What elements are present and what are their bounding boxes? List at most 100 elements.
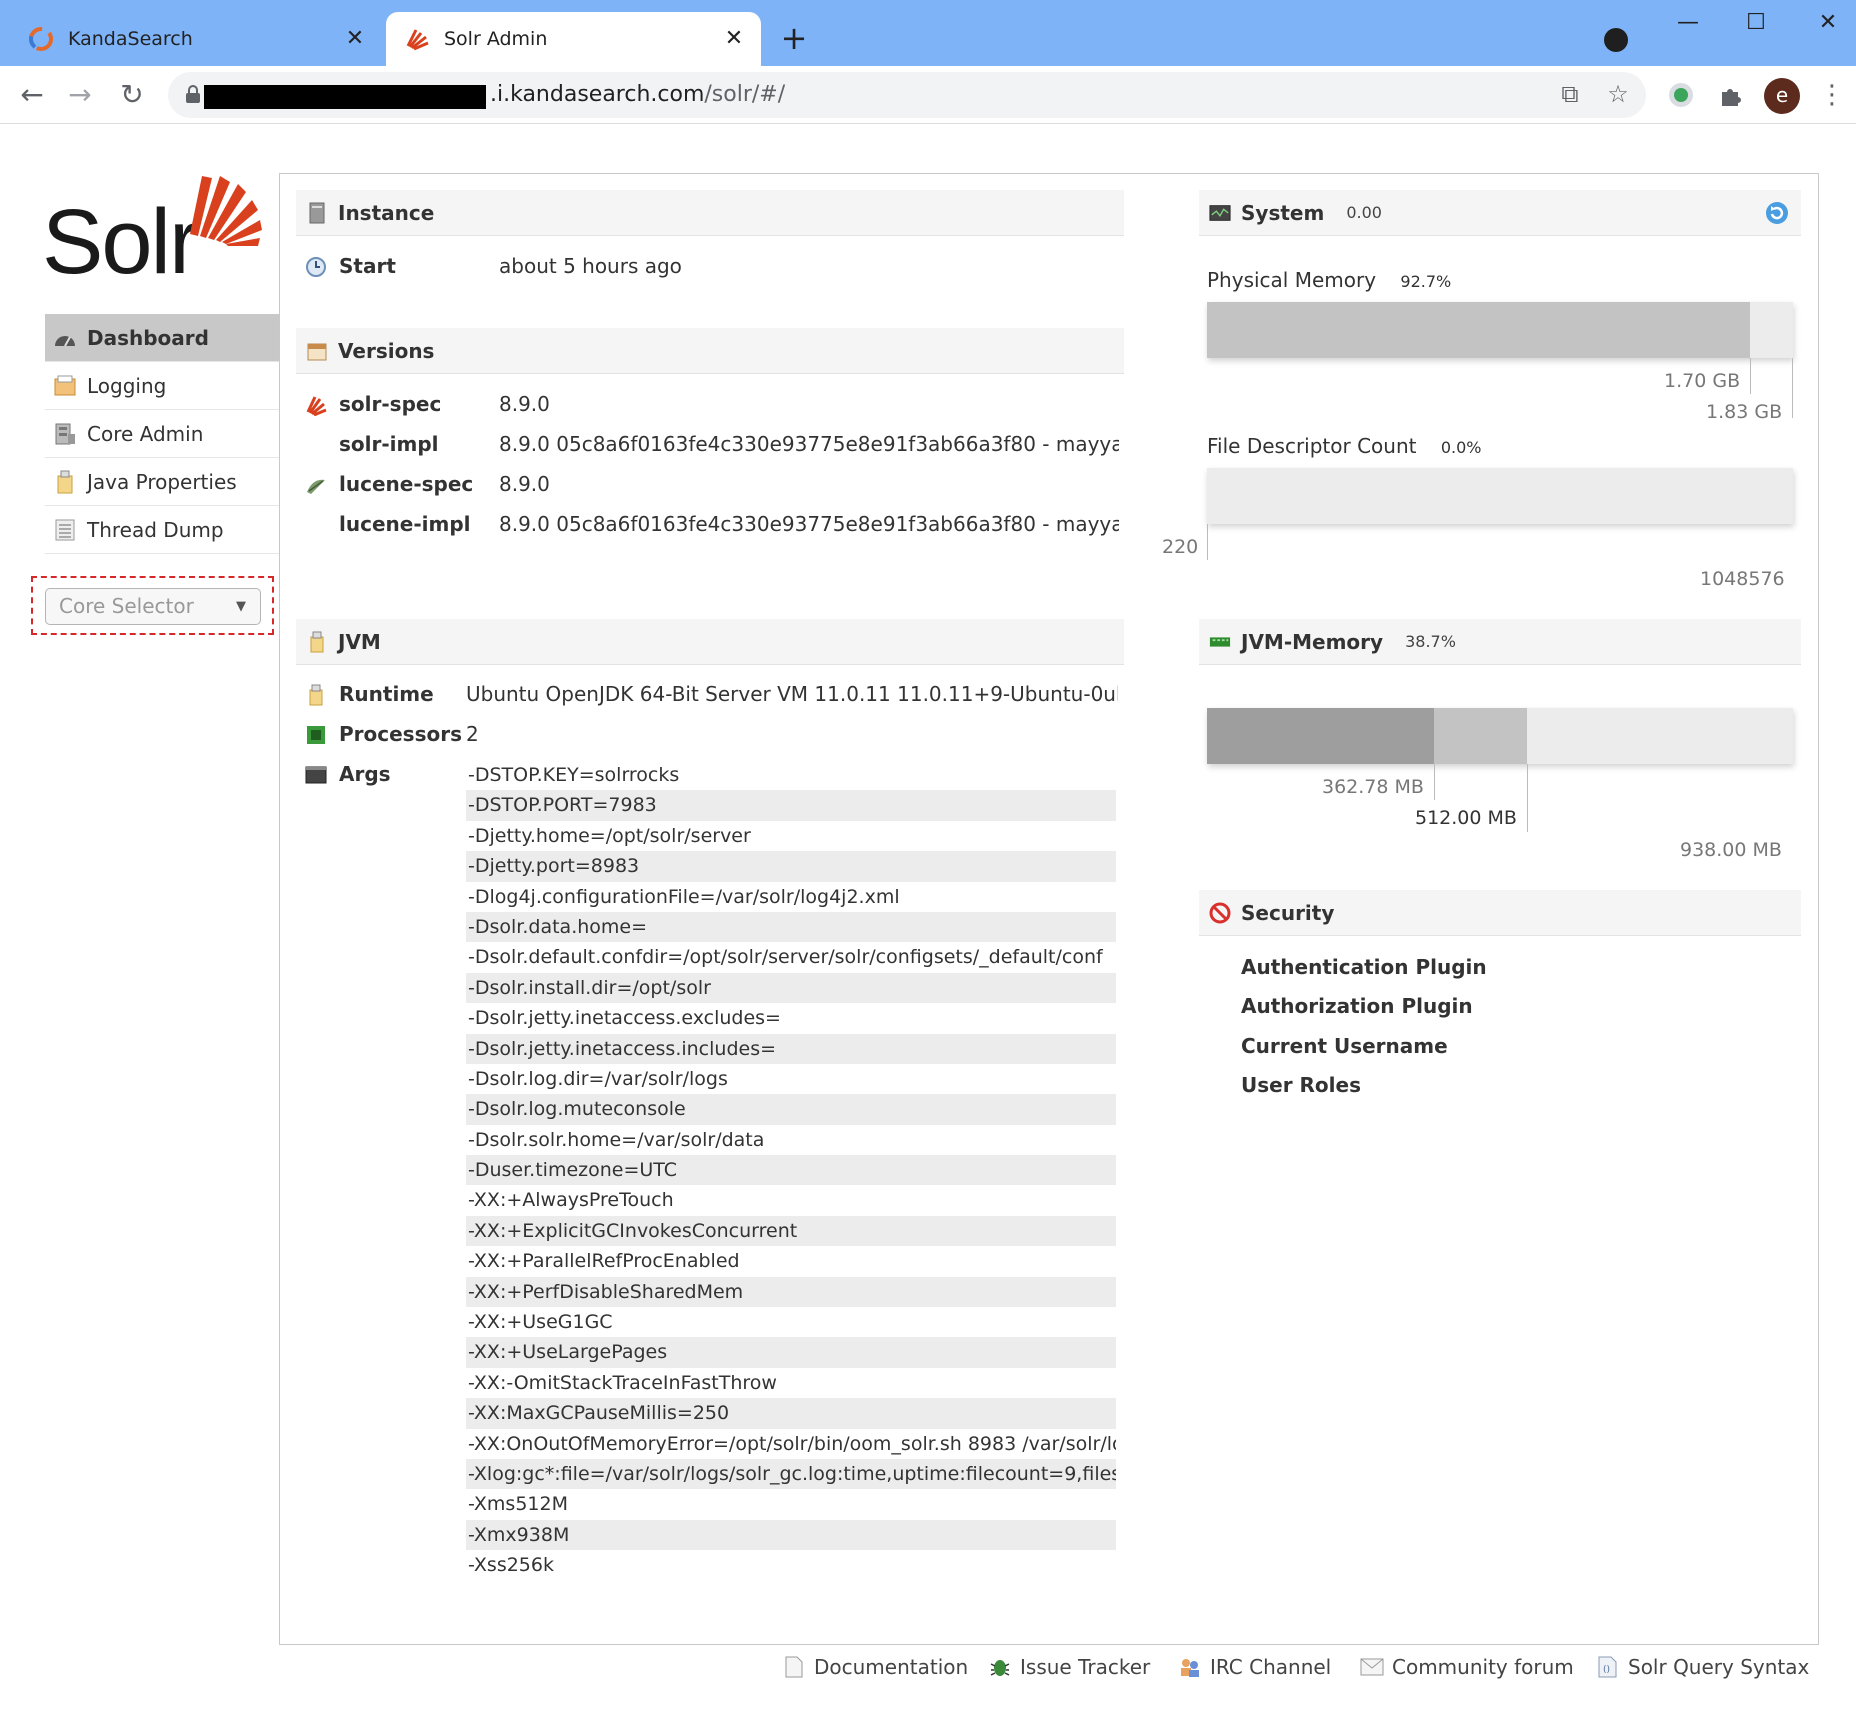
url-text[interactable]: .i.kandasearch.com/solr/#/ [490,82,785,107]
jvm-arg: -Djetty.home=/opt/solr/server [468,824,751,847]
footer-link-documentation[interactable]: Documentation [782,1652,968,1682]
runtime-value: Ubuntu OpenJDK 64-Bit Server VM 11.0.11 … [466,682,1118,706]
jvm-memory-title: JVM-Memory [1241,629,1384,654]
java-properties-icon [53,470,77,494]
jvm-args-list: -DSTOP.KEY=solrrocks -DSTOP.PORT=7983 -Dje… [466,760,1116,1581]
jvm-arg: -Dsolr.default.confdir=/opt/solr/server/… [468,946,1103,969]
extension-green-icon[interactable] [1666,80,1696,110]
version-row: solr-spec 8.9.0 [306,392,1119,420]
footer-link-community-forum[interactable]: Community forum [1360,1652,1574,1682]
tab-kandasearch[interactable]: KandaSearch ✕ [10,12,382,66]
sidebar-item-logging[interactable]: Logging [45,362,279,410]
physical-memory-bar [1207,302,1793,358]
start-label: Start [339,254,396,278]
close-window-button[interactable]: ✕ [1808,10,1848,35]
jvm-arg: -Xlog:gc*:file=/var/solr/logs/solr_gc.lo… [466,1458,1116,1490]
jvm-memory-committed-label: 512.00 MB [1415,807,1517,829]
footer-link-issue-tracker[interactable]: Issue Tracker [988,1652,1150,1682]
jvm-arg: -Dsolr.solr.home=/var/solr/data [468,1128,765,1151]
jvm-arg: -Duser.timezone=UTC [466,1155,1116,1186]
solr-favicon-icon [406,29,429,51]
maximize-button[interactable]: ☐ [1736,10,1776,35]
bug-icon [988,1655,1012,1679]
browser-toolbar: ← → ↻ .i.kandasearch.com/solr/#/ ⧉ ☆ e ⋮ [0,66,1856,124]
new-tab-button[interactable]: + [778,22,810,54]
security-item: User Roles [1241,1073,1361,1097]
svg-text:(): () [1603,1665,1610,1675]
sidebar-item-java-properties[interactable]: Java Properties [45,458,279,506]
profile-avatar[interactable]: e [1764,78,1800,114]
jvm-arg: -Djetty.port=8983 [466,851,1116,882]
tab-search-icon[interactable] [1604,28,1628,52]
version-value: 8.9.0 [499,392,550,416]
document-icon [782,1655,806,1679]
address-bar[interactable]: .i.kandasearch.com/solr/#/ ⧉ ☆ [168,72,1646,118]
sidebar-item-core-admin[interactable]: Core Admin [45,410,279,458]
solr-logo[interactable]: Solr [42,170,262,293]
security-item: Current Username [1241,1034,1448,1058]
instance-start-row: Start about 5 hours ago [306,254,1119,282]
forward-button[interactable]: → [62,78,98,112]
reload-icon[interactable] [1765,201,1789,225]
footer-link-irc-channel[interactable]: IRC Channel [1178,1652,1331,1682]
jvm-arg: -Dsolr.data.home= [466,911,1116,943]
footer-link-label: Community forum [1392,1655,1574,1679]
jvm-arg: -XX:+ExplicitGCInvokesConcurrent [466,1215,1116,1247]
jvm-memory-used-label: 362.78 MB [1322,776,1424,798]
chat-icon [1178,1655,1202,1679]
jvm-arg: -Xmx938M [466,1519,1116,1551]
browser-menu-icon[interactable]: ⋮ [1814,78,1850,112]
jvm-arg: -Dsolr.jetty.inetaccess.includes= [466,1033,1116,1064]
system-title: System [1241,200,1325,225]
runtime-label: Runtime [339,682,434,706]
jvm-memory-committed-tick [1526,764,1528,832]
processors-value: 2 [466,722,479,746]
close-tab-icon[interactable]: ✕ [342,26,368,52]
solr-sunburst-icon [190,176,262,246]
footer-link-label: Documentation [814,1655,969,1679]
close-tab-icon[interactable]: ✕ [721,26,747,52]
footer-link-label: Issue Tracker [1020,1655,1151,1679]
file-descriptor-label: File Descriptor Count [1207,434,1417,458]
version-value: 8.9.0 05c8a6f0163fe4c330e93775e8e91f3ab6… [499,512,1119,536]
jvm-header: JVM [296,619,1124,665]
back-button[interactable]: ← [14,78,50,112]
jvm-arg: -XX:+UseG1GC [468,1311,613,1334]
system-header: System 0.00 [1199,190,1801,236]
extensions-puzzle-icon[interactable] [1716,80,1746,110]
jvm-arg: -XX:-OmitStackTraceInFastThrow [468,1371,777,1394]
solr-icon [306,396,327,416]
core-selector-highlight: Core Selector ▼ [31,576,274,635]
jvm-title: JVM [338,629,381,654]
jvm-memory-max-label: 938.00 MB [1680,839,1782,861]
footer-link-solr-query-syntax[interactable]: () Solr Query Syntax [1596,1652,1809,1682]
core-selector-dropdown[interactable]: Core Selector ▼ [45,588,261,625]
jvm-icon [306,631,328,653]
sidebar-item-thread-dump[interactable]: Thread Dump [45,506,279,554]
memory-module-icon [1209,631,1231,653]
jvm-args-row: Args [305,762,459,790]
file-descriptor-bar [1207,468,1793,524]
jvm-arg: -DSTOP.PORT=7983 [466,790,1116,821]
physical-memory-used-fill [1207,302,1751,358]
translate-icon[interactable]: ⧉ [1554,80,1586,108]
jvm-arg: -XX:+PerfDisableSharedMem [466,1276,1116,1308]
physical-memory-total-label: 1.83 GB [1706,401,1783,423]
sidebar-item-label: Logging [87,373,167,398]
lock-icon [186,85,200,103]
jvm-arg: -Xms512M [468,1493,568,1516]
bookmark-star-icon[interactable]: ☆ [1602,80,1634,108]
reload-button[interactable]: ↻ [114,78,150,112]
server-icon [306,202,328,224]
jvm-memory-used-tick [1433,764,1435,800]
sidebar-item-dashboard[interactable]: Dashboard [45,314,279,362]
tab-solr-admin[interactable]: Solr Admin ✕ [386,12,761,66]
minimize-button[interactable]: — [1668,10,1708,35]
instance-title: Instance [338,200,435,225]
sidebar-nav: Dashboard Logging Core Admin Java Proper… [45,314,279,554]
physical-memory-title: Physical Memory 92.7% [1207,268,1451,292]
version-row: lucene-impl 8.9.0 05c8a6f0163fe4c330e937… [339,512,1119,540]
file-descriptor-title: File Descriptor Count 0.0% [1207,434,1482,458]
jvm-arg: -XX:MaxGCPauseMillis=250 [466,1398,1116,1429]
system-load: 0.00 [1346,203,1382,222]
